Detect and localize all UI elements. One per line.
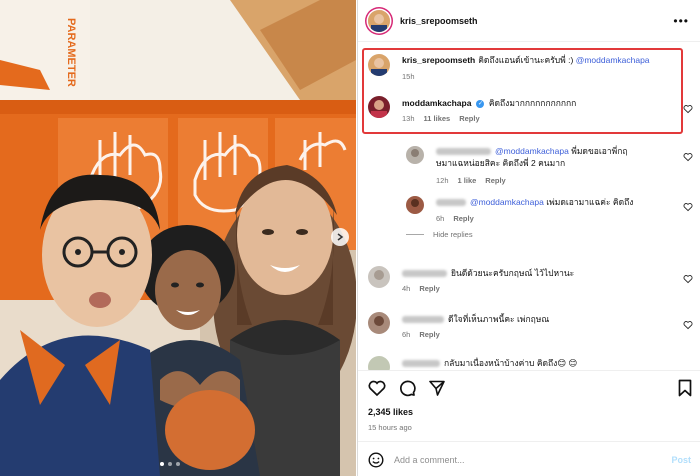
emoji-icon[interactable] bbox=[368, 451, 384, 468]
comment-meta: 13h 11 likes Reply bbox=[402, 114, 480, 123]
post-header: kris_srepoomseth ••• bbox=[358, 0, 700, 42]
comment-text: moddamkachapa ✓ คิดถึงมากกกกกกกกกกก bbox=[402, 97, 672, 109]
author-username[interactable]: kris_srepoomseth bbox=[400, 16, 478, 26]
reply-body-line2: ษมาแฉหน่อยสิคะ คิดถึงพี่ 2 คนมาก bbox=[436, 158, 566, 168]
reply-time: 12h bbox=[436, 176, 449, 185]
carousel-indicator bbox=[160, 462, 180, 466]
comment-avatar[interactable] bbox=[368, 266, 390, 288]
chevron-right-icon bbox=[337, 233, 344, 241]
comment-input[interactable] bbox=[394, 454, 672, 465]
reply-body-line1: พี่มดขอเอาพี่กฤ bbox=[571, 146, 628, 156]
comment-composer: Post bbox=[358, 441, 700, 476]
reply-text: @moddamkachapa เพ่มดเอามาแฉค่ะ คิดถึง bbox=[436, 196, 666, 208]
post-actions: 2,345 likes 15 hours ago Post bbox=[358, 370, 700, 476]
comment-text: ยินดีด้วยนะครับกฤษณ์ ไว้ไปหานะ bbox=[402, 267, 672, 279]
comment-likes[interactable]: 11 likes bbox=[424, 114, 451, 123]
reply-likes[interactable]: 1 like bbox=[458, 176, 477, 185]
comment-avatar[interactable] bbox=[368, 96, 390, 118]
post-time: 15 hours ago bbox=[368, 423, 412, 432]
comment-body: ยินดีด้วยนะครับกฤษณ์ ไว้ไปหานะ bbox=[451, 268, 575, 278]
heart-icon[interactable] bbox=[683, 274, 693, 284]
photo-illustration: PARAMETER bbox=[0, 0, 356, 476]
reply-text: @moddamkachapa พี่มดขอเอาพี่กฤ ษมาแฉหน่อ… bbox=[436, 145, 666, 169]
comment-icon[interactable] bbox=[398, 379, 416, 397]
post-sidebar: kris_srepoomseth ••• kris_srepoomseth คิด… bbox=[357, 0, 700, 476]
blurred-username bbox=[402, 316, 444, 324]
reply-button[interactable]: Reply bbox=[453, 214, 473, 223]
action-icons bbox=[368, 379, 446, 397]
post-comment-button[interactable]: Post bbox=[671, 455, 691, 465]
post-photo[interactable]: PARAMETER bbox=[0, 0, 356, 476]
comment-avatar[interactable] bbox=[368, 312, 390, 334]
comment-time: 6h bbox=[402, 330, 411, 339]
heart-icon[interactable] bbox=[683, 152, 693, 162]
reply-button[interactable]: Reply bbox=[419, 330, 439, 339]
share-icon[interactable] bbox=[428, 379, 446, 397]
blurred-username bbox=[436, 148, 491, 156]
comment-text: กลับมาเนื่องหน้าบ้างค่าบ คิดถึง😊 😊 bbox=[402, 357, 672, 369]
comment-time: 15h bbox=[402, 72, 415, 81]
author-avatar[interactable] bbox=[368, 9, 390, 32]
verified-badge-icon: ✓ bbox=[476, 99, 485, 108]
carousel-dot bbox=[160, 462, 164, 466]
comments-list[interactable]: kris_srepoomseth คิดถึงแอนด์เข้านะครับพี่… bbox=[358, 42, 700, 370]
blurred-username bbox=[402, 270, 447, 278]
comment-body: คิดถึงมากกกกกกกกกกก bbox=[488, 98, 577, 108]
blurred-username bbox=[402, 360, 440, 368]
reply-meta: 6h Reply bbox=[436, 214, 474, 223]
reply-button[interactable]: Reply bbox=[419, 284, 439, 293]
reply-body: เพ่มดเอามาแฉค่ะ คิดถึง bbox=[546, 197, 634, 207]
comment-avatar[interactable] bbox=[368, 54, 390, 76]
comment-username[interactable]: kris_srepoomseth bbox=[402, 55, 475, 65]
hide-replies-label: Hide replies bbox=[433, 230, 473, 239]
reply-avatar[interactable] bbox=[406, 146, 424, 164]
divider bbox=[406, 234, 424, 235]
like-count[interactable]: 2,345 likes bbox=[368, 407, 413, 417]
comment-avatar[interactable] bbox=[368, 356, 390, 370]
comment-body: ดีใจที่เห็นภาพนี้คะ เพ่กฤษณ bbox=[448, 314, 550, 324]
comment-text: kris_srepoomseth คิดถึงแอนด์เข้านะครับพี่… bbox=[402, 54, 682, 66]
carousel-dot bbox=[168, 462, 172, 466]
carousel-dot bbox=[176, 462, 180, 466]
more-options-icon[interactable]: ••• bbox=[673, 14, 689, 28]
heart-icon[interactable] bbox=[368, 379, 386, 397]
comment-time: 13h bbox=[402, 114, 415, 123]
heart-icon[interactable] bbox=[683, 320, 693, 330]
blurred-username bbox=[436, 199, 466, 207]
comment-meta: 15h bbox=[402, 72, 415, 81]
reply-time: 6h bbox=[436, 214, 445, 223]
comment-meta: 6h Reply bbox=[402, 330, 440, 339]
comment-username[interactable]: moddamkachapa bbox=[402, 98, 471, 108]
reply-mention[interactable]: @moddamkachapa bbox=[495, 146, 569, 156]
heart-icon[interactable] bbox=[683, 202, 693, 212]
photo-sign-text: PARAMETER bbox=[65, 18, 77, 87]
bookmark-icon[interactable] bbox=[677, 379, 693, 397]
heart-icon[interactable] bbox=[683, 104, 693, 114]
comment-body: กลับมาเนื่องหน้าบ้างค่าบ คิดถึง😊 😊 bbox=[444, 358, 578, 368]
comment-meta: 4h Reply bbox=[402, 284, 440, 293]
comment-mention[interactable]: @moddamkachapa bbox=[576, 55, 650, 65]
reply-avatar[interactable] bbox=[406, 196, 424, 214]
hide-replies-button[interactable]: Hide replies bbox=[406, 230, 473, 239]
comment-text: ดีใจที่เห็นภาพนี้คะ เพ่กฤษณ bbox=[402, 313, 672, 325]
reply-button[interactable]: Reply bbox=[459, 114, 479, 123]
reply-mention[interactable]: @moddamkachapa bbox=[470, 197, 544, 207]
comment-time: 4h bbox=[402, 284, 411, 293]
comment-body: คิดถึงแอนด์เข้านะครับพี่ :) bbox=[478, 55, 574, 65]
reply-button[interactable]: Reply bbox=[485, 176, 505, 185]
next-photo-button[interactable] bbox=[331, 228, 349, 246]
reply-meta: 12h 1 like Reply bbox=[436, 176, 506, 185]
